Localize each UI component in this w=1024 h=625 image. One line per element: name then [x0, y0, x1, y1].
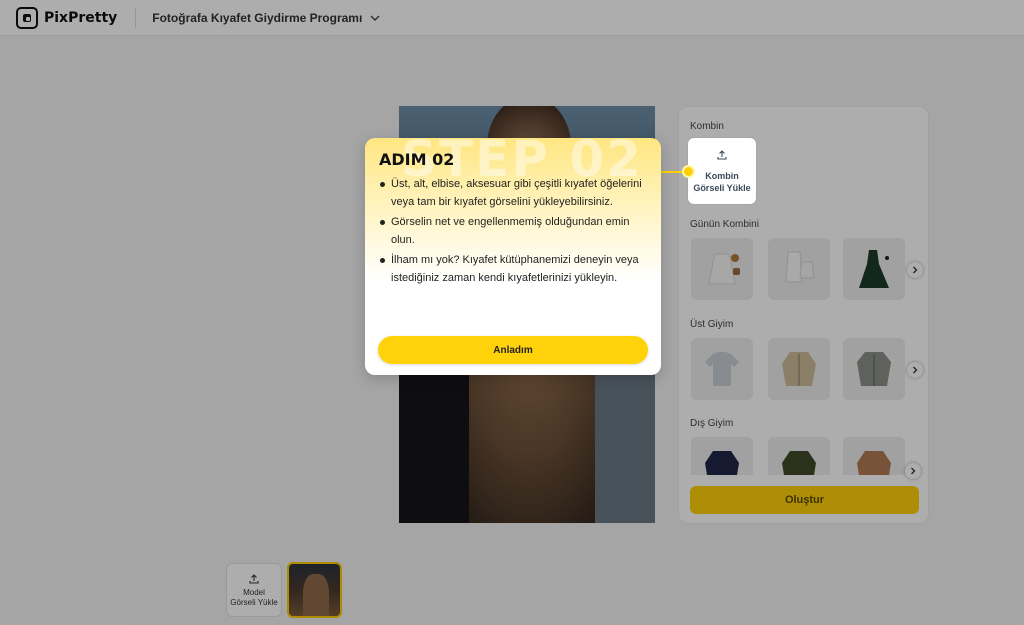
got-it-button[interactable]: Anladım — [378, 336, 648, 364]
outfit-upload-label-line1: Kombin — [705, 170, 739, 181]
tooltip-bullet: Görselin net ve engellenmemiş olduğundan… — [379, 214, 651, 249]
tooltip-title: ADIM 02 — [379, 150, 455, 169]
tooltip-bullet: İlham mı yok? Kıyafet kütüphanemizi dene… — [379, 252, 651, 287]
upload-icon — [717, 149, 727, 160]
onboarding-tooltip: STEP 02 ADIM 02 Üst, alt, elbise, aksesu… — [365, 138, 661, 375]
tooltip-bullet-list: Üst, alt, elbise, aksesuar gibi çeşitli … — [379, 176, 651, 290]
tooltip-connector — [658, 171, 684, 173]
outfit-upload-label-line2: Görseli Yükle — [693, 182, 751, 193]
outfit-upload-button[interactable]: Kombin Görseli Yükle — [688, 138, 756, 204]
tooltip-bullet: Üst, alt, elbise, aksesuar gibi çeşitli … — [379, 176, 651, 211]
tooltip-connector-dot — [682, 165, 695, 178]
